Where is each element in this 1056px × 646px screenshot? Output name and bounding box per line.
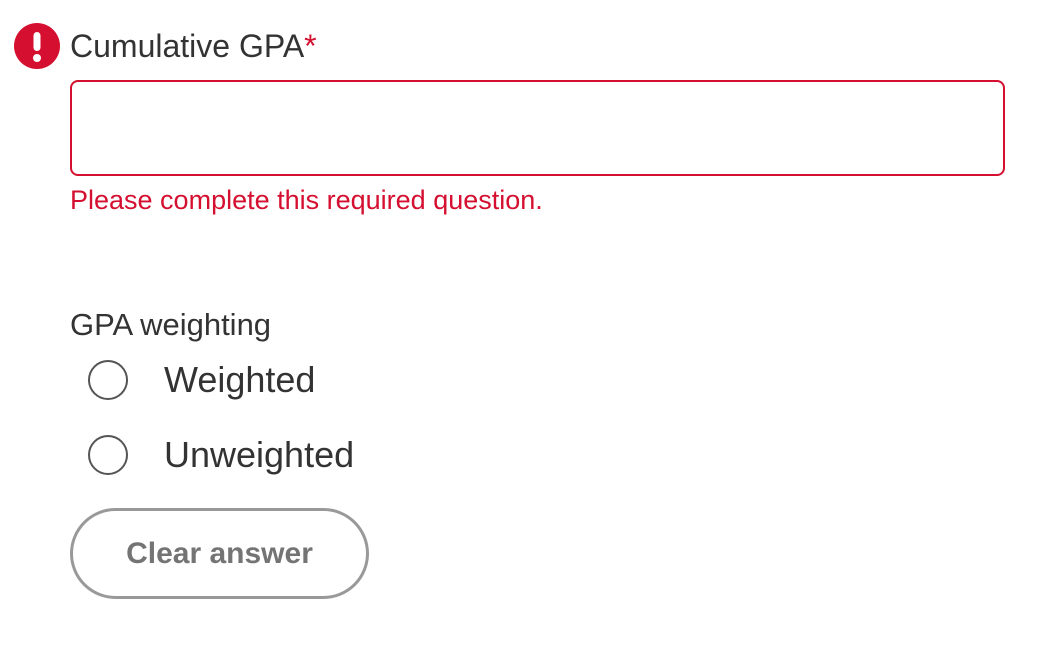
gpa-weighting-label: GPA weighting [70, 307, 272, 342]
radio-label-weighted: Weighted [164, 359, 316, 400]
form-page: Cumulative GPA* Please complete this req… [0, 0, 1056, 646]
question-label-text: Cumulative GPA [70, 28, 305, 64]
radio-option-weighted[interactable]: Weighted [88, 358, 315, 402]
radio-button-weighted[interactable] [88, 360, 128, 400]
radio-label-unweighted: Unweighted [164, 434, 355, 475]
clear-answer-button[interactable]: Clear answer [70, 508, 369, 599]
radio-button-unweighted[interactable] [88, 435, 128, 475]
radio-option-unweighted[interactable]: Unweighted [88, 433, 354, 477]
cumulative-gpa-input[interactable] [70, 80, 1005, 176]
error-message: Please complete this required question. [70, 185, 543, 215]
question-label: Cumulative GPA* [70, 26, 317, 66]
exclamation-circle-icon [14, 23, 60, 69]
required-asterisk: * [304, 28, 317, 64]
